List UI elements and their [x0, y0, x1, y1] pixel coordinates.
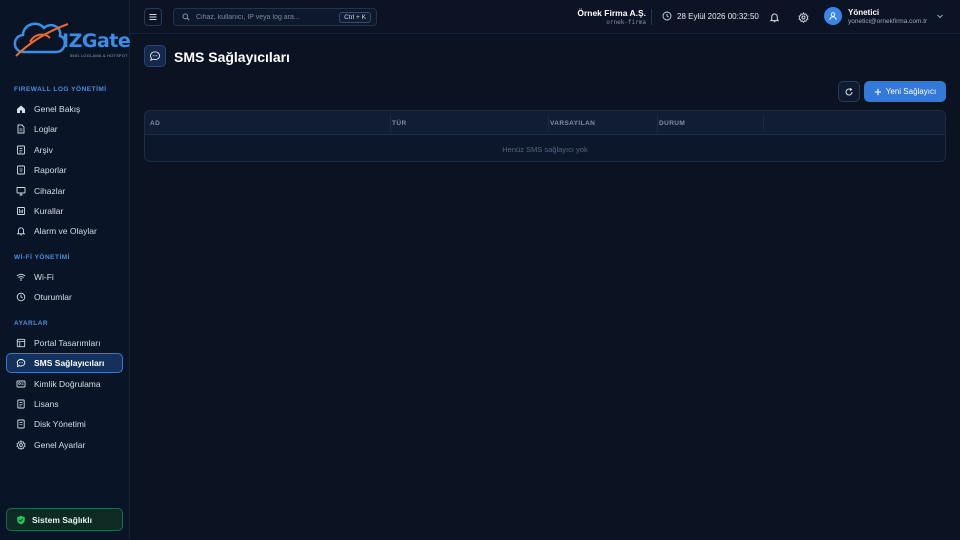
- column-divider: [657, 115, 658, 131]
- clock-icon: [662, 11, 672, 21]
- section-title-ayarlar: AYARLAR: [14, 320, 49, 327]
- license-icon: [16, 399, 26, 409]
- column-divider: [390, 115, 391, 131]
- sidebar-item-label: Cihazlar: [34, 186, 66, 196]
- plus-icon: [874, 88, 881, 95]
- column-header-durum[interactable]: DURUM: [659, 120, 685, 127]
- disk-icon: [16, 419, 26, 429]
- monitor-icon: [16, 186, 26, 196]
- company-switcher[interactable]: Örnek Firma A.Ş. ornek-firma: [577, 8, 646, 26]
- home-icon: [16, 104, 26, 114]
- new-provider-label: Yeni Sağlayıcı: [885, 87, 937, 96]
- sidebar-item-label: Disk Yönetimi: [34, 419, 86, 429]
- archive-icon: [16, 145, 26, 155]
- user-menu[interactable]: Yönetici yonetici@ornekfirma.com.tr: [824, 7, 927, 25]
- sidebar-item-label: Wi-Fi: [34, 272, 54, 282]
- column-header-ad[interactable]: AD: [150, 120, 160, 127]
- page-icon: [144, 45, 166, 67]
- report-icon: [16, 165, 26, 175]
- sidebar-item-kimlik-dogrulama[interactable]: Kimlik Doğrulama: [6, 374, 123, 394]
- search-input[interactable]: [196, 13, 346, 21]
- clock-icon: [16, 292, 26, 302]
- sidebar-item-wifi[interactable]: Wi-Fi: [6, 267, 123, 287]
- user-icon: [829, 12, 837, 21]
- sidebar-item-loglar[interactable]: Loglar: [6, 119, 123, 139]
- chevron-down-icon[interactable]: [936, 12, 944, 20]
- file-icon: [16, 124, 26, 134]
- sidebar-item-arsiv[interactable]: Arşiv: [6, 140, 123, 160]
- bell-icon: [769, 12, 779, 22]
- refresh-button[interactable]: [838, 81, 860, 102]
- shield-check-icon: [17, 515, 25, 524]
- topbar: Ctrl + K Örnek Firma A.Ş. ornek-firma 28…: [130, 0, 960, 34]
- sidebar-item-label: Kurallar: [34, 206, 64, 216]
- company-slug: ornek-firma: [606, 19, 646, 26]
- table-header: AD TÜR VARSAYILAN DURUM: [145, 111, 945, 135]
- logo-subtitle: 5651 LOGLAMA & HOTSPOT: [70, 53, 128, 58]
- sidebar: IZGate 5651 LOGLAMA & HOTSPOT FIREWALL L…: [0, 0, 131, 540]
- empty-state-text: Henüz SMS sağlayıcı yok: [502, 145, 588, 154]
- logo[interactable]: IZGate 5651 LOGLAMA & HOTSPOT: [10, 12, 131, 64]
- sidebar-item-label: Genel Bakış: [34, 104, 81, 114]
- avatar: [824, 7, 842, 25]
- sidebar-item-genel-ayarlar[interactable]: Genel Ayarlar: [6, 435, 123, 455]
- company-name: Örnek Firma A.Ş.: [577, 8, 646, 18]
- search-icon: [182, 13, 190, 21]
- layout-icon: [16, 338, 26, 348]
- refresh-icon: [845, 87, 853, 95]
- sidebar-item-alarm-ve-olaylar[interactable]: Alarm ve Olaylar: [6, 221, 123, 241]
- wifi-icon: [16, 272, 26, 282]
- sidebar-item-disk-yonetimi[interactable]: Disk Yönetimi: [6, 414, 123, 434]
- id-card-icon: [16, 379, 26, 389]
- datetime-display: 28 Eylül 2026 00:32:50: [662, 11, 759, 21]
- user-email: yonetici@ornekfirma.com.tr: [848, 17, 928, 25]
- sidebar-item-sms-saglayicilari[interactable]: SMS Sağlayıcıları: [6, 353, 123, 373]
- sidebar-item-genel-bakis[interactable]: Genel Bakış: [6, 99, 123, 119]
- settings-button[interactable]: [796, 10, 810, 24]
- bell-icon: [16, 226, 26, 236]
- datetime-text: 28 Eylül 2026 00:32:50: [677, 11, 759, 21]
- section-title-wifi: Wİ-Fİ YÖNETİMİ: [14, 254, 70, 261]
- user-name: Yönetici: [848, 7, 880, 17]
- sidebar-item-label: Genel Ayarlar: [34, 440, 86, 450]
- sidebar-item-label: SMS Sağlayıcıları: [34, 358, 105, 368]
- system-health-label: Sistem Sağlıklı: [32, 514, 92, 525]
- sidebar-item-label: Oturumlar: [34, 292, 72, 302]
- new-provider-button[interactable]: Yeni Sağlayıcı: [864, 81, 946, 102]
- column-header-tur[interactable]: TÜR: [392, 120, 407, 127]
- logo-text: IZGate: [62, 30, 131, 52]
- sidebar-item-kurallar[interactable]: Kurallar: [6, 201, 123, 221]
- sidebar-item-label: Arşiv: [34, 145, 53, 155]
- column-divider: [763, 115, 764, 131]
- sidebar-item-label: Raporlar: [34, 165, 67, 175]
- message-icon: [149, 51, 161, 62]
- sidebar-item-oturumlar[interactable]: Oturumlar: [6, 287, 123, 307]
- column-header-varsayilan[interactable]: VARSAYILAN: [550, 120, 595, 127]
- sidebar-item-cihazlar[interactable]: Cihazlar: [6, 181, 123, 201]
- search-box[interactable]: Ctrl + K: [173, 8, 377, 26]
- providers-table: AD TÜR VARSAYILAN DURUM Henüz SMS sağlay…: [144, 110, 946, 162]
- sidebar-item-label: Loglar: [34, 124, 58, 134]
- hamburger-icon: [149, 14, 157, 20]
- gear-icon: [797, 11, 809, 23]
- sidebar-item-label: Kimlik Doğrulama: [34, 379, 101, 389]
- sidebar-item-lisans[interactable]: Lisans: [6, 394, 123, 414]
- column-divider: [548, 115, 549, 131]
- divider: [651, 9, 652, 25]
- sidebar-item-label: Lisans: [34, 399, 59, 409]
- search-shortcut: Ctrl + K: [339, 12, 371, 23]
- system-health-badge[interactable]: Sistem Sağlıklı: [6, 508, 123, 531]
- message-icon: [16, 358, 26, 368]
- sidebar-item-raporlar[interactable]: Raporlar: [6, 160, 123, 180]
- page-title: SMS Sağlayıcıları: [174, 49, 290, 65]
- sidebar-item-label: Alarm ve Olaylar: [34, 226, 97, 236]
- gear-icon: [16, 440, 26, 450]
- rules-icon: [16, 206, 26, 216]
- sidebar-item-label: Portal Tasarımları: [34, 338, 101, 348]
- section-title-firewall: FIREWALL LOG YÖNETİMİ: [14, 86, 107, 93]
- sidebar-item-portal-tasarimlari[interactable]: Portal Tasarımları: [6, 333, 123, 353]
- menu-toggle-button[interactable]: [144, 8, 162, 26]
- notifications-button[interactable]: [767, 10, 781, 24]
